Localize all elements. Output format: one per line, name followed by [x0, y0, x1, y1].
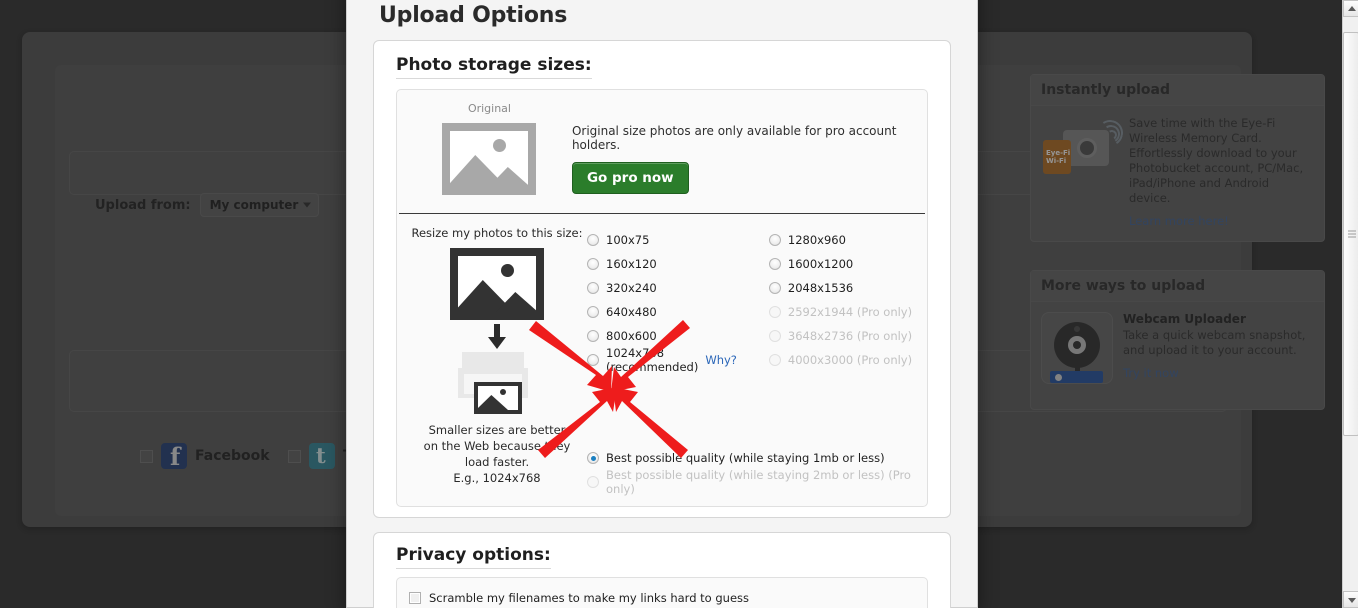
radio-icon[interactable]	[587, 306, 599, 318]
down-arrow-icon	[488, 324, 506, 349]
privacy-option-scramble[interactable]: Scramble my filenames to make my links h…	[409, 587, 915, 608]
privacy-subpanel: Scramble my filenames to make my links h…	[396, 577, 928, 608]
grip-icon	[1348, 230, 1356, 238]
option-label: 320x240	[606, 281, 657, 295]
radio-icon[interactable]	[768, 258, 781, 270]
option-label: 4000x3000 (Pro only)	[787, 353, 913, 367]
option-label: 1024x768 (recommended)	[606, 346, 699, 374]
resize-option-1600x1200[interactable]: 1600x1200	[768, 252, 917, 276]
scroll-down-button[interactable]	[1343, 591, 1358, 608]
radio-icon[interactable]	[587, 282, 599, 294]
resize-note-line-3: load faster.	[464, 455, 530, 469]
option-label: Best possible quality (while staying 2mb…	[606, 468, 911, 496]
radio-icon	[587, 476, 599, 488]
privacy-option-label: Scramble my filenames to make my links h…	[429, 590, 750, 605]
option-label: 640x480	[606, 305, 657, 319]
original-image-placeholder-icon	[442, 123, 537, 195]
resize-note-line-4: E.g., 1024x768	[453, 471, 541, 485]
resize-note-line-2: on the Web because they	[423, 439, 571, 453]
resize-option-3648x2736: 3648x2736 (Pro only)	[768, 324, 917, 348]
option-label: 2592x1944 (Pro only)	[787, 305, 913, 319]
original-caption: Original	[467, 102, 511, 115]
original-size-row: Original Original size photos are only a…	[397, 90, 927, 213]
radio-icon[interactable]	[587, 234, 599, 246]
triangle-down-icon	[1348, 598, 1356, 603]
option-label: 100x75	[606, 233, 650, 247]
privacy-panel: Privacy options: Scramble my filenames t…	[373, 532, 951, 608]
original-description: Original size photos are only available …	[571, 124, 897, 152]
resize-options-right-column: 1280x960 1600x1200 2048x1536 2592x1944 (…	[737, 228, 917, 486]
modal-title: Upload Options	[379, 3, 568, 28]
checkbox-icon[interactable]	[409, 591, 421, 604]
go-pro-now-button[interactable]: Go pro now	[571, 162, 689, 194]
vertical-scrollbar[interactable]	[1342, 0, 1358, 608]
radio-icon[interactable]	[768, 234, 781, 246]
triangle-up-icon	[1348, 6, 1356, 11]
option-label: Best possible quality (while staying 1mb…	[606, 451, 885, 465]
resize-option-2592x1944: 2592x1944 (Pro only)	[768, 300, 917, 324]
resize-note-line-1: Smaller sizes are better	[428, 423, 566, 437]
resize-option-100x75[interactable]: 100x75	[587, 228, 737, 252]
photo-storage-heading: Photo storage sizes:	[396, 55, 592, 79]
resize-option-2048x1536[interactable]: 2048x1536	[768, 276, 917, 300]
option-label: 2048x1536	[787, 281, 854, 295]
large-image-placeholder-icon	[450, 248, 544, 320]
option-label: 800x600	[606, 329, 657, 343]
resize-note: Smaller sizes are better on the Web beca…	[407, 422, 587, 486]
resize-option-4000x3000: 4000x3000 (Pro only)	[768, 348, 917, 372]
resize-option-1280x960[interactable]: 1280x960	[768, 228, 917, 252]
radio-icon	[768, 330, 781, 342]
resize-option-320x240[interactable]: 320x240	[587, 276, 737, 300]
radio-icon[interactable]	[587, 354, 599, 366]
option-label: 1280x960	[787, 233, 846, 247]
scrollbar-thumb[interactable]	[1343, 32, 1358, 436]
radio-icon[interactable]	[768, 282, 781, 294]
why-link[interactable]: Why?	[705, 353, 737, 367]
upload-options-modal: Upload Options Photo storage sizes: Orig…	[346, 0, 978, 608]
resize-option-640x480[interactable]: 640x480	[587, 300, 737, 324]
radio-icon	[768, 354, 781, 366]
photo-storage-panel: Photo storage sizes: Original Original s…	[373, 40, 951, 518]
privacy-heading: Privacy options:	[396, 545, 551, 569]
option-label: 1600x1200	[787, 257, 854, 271]
radio-icon[interactable]	[587, 258, 599, 270]
radio-icon[interactable]	[587, 452, 599, 464]
resized-stack-icon	[454, 352, 540, 414]
resize-options-left-column: 100x75 160x120 320x240 640x480 800x600 1…	[587, 228, 737, 486]
radio-icon	[768, 306, 781, 318]
resize-option-800x600[interactable]: 800x600	[587, 324, 737, 348]
resize-option-1024x768[interactable]: 1024x768 (recommended) Why?	[587, 346, 737, 374]
storage-subpanel: Original Original size photos are only a…	[396, 89, 928, 507]
radio-icon[interactable]	[587, 330, 599, 342]
scroll-up-button[interactable]	[1343, 0, 1358, 17]
resize-option-160x120[interactable]: 160x120	[587, 252, 737, 276]
quality-option-2mb: Best possible quality (while staying 2mb…	[587, 468, 927, 496]
option-label: 160x120	[606, 257, 657, 271]
option-label: 3648x2736 (Pro only)	[787, 329, 913, 343]
resize-label: Resize my photos to this size:	[411, 226, 583, 240]
